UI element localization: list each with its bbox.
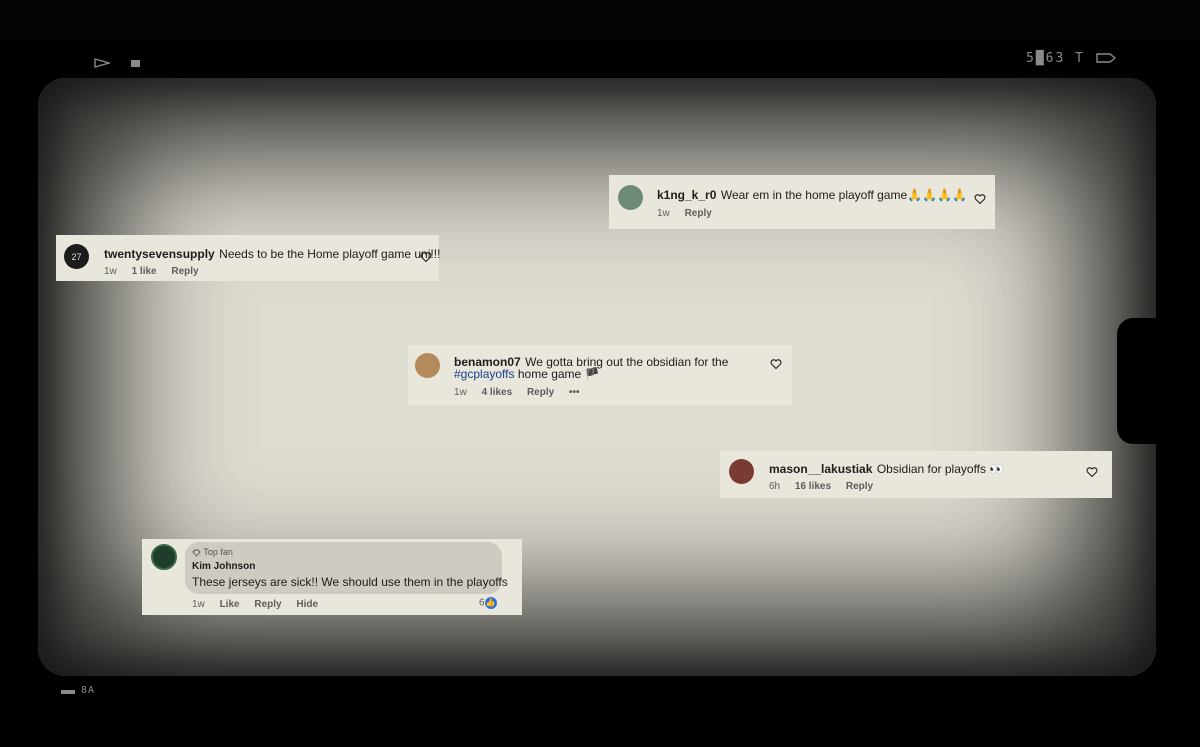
- like-count[interactable]: 4 likes: [482, 387, 513, 398]
- comment-text: These jerseys are sick!! We should use t…: [192, 575, 508, 589]
- top-bar: [0, 0, 1200, 40]
- comment-username[interactable]: mason__lakustiak: [769, 462, 872, 476]
- comment-text: Obsidian for playoffs 👀: [876, 462, 1005, 476]
- like-count[interactable]: 16 likes: [795, 481, 831, 492]
- reaction-count: 6: [479, 597, 485, 609]
- hud-counter: 5█63 T: [1026, 51, 1085, 66]
- heart-icon[interactable]: [420, 251, 432, 263]
- hashtag-link[interactable]: #gcplayoffs: [454, 367, 515, 381]
- viewfinder-screen: k1ng_k_r0 Wear em in the home playoff ga…: [38, 78, 1156, 676]
- more-options-icon[interactable]: •••: [569, 387, 580, 398]
- side-tab: [1117, 318, 1177, 444]
- comment-text-continued: home game 🏴: [517, 367, 600, 381]
- heart-icon[interactable]: [1086, 466, 1098, 478]
- comment-card: mason__lakustiak Obsidian for playoffs 👀…: [720, 451, 1112, 498]
- comment-time: 1w: [104, 266, 117, 277]
- comment-username[interactable]: k1ng_k_r0: [657, 188, 716, 202]
- comment-text: Wear em in the home playoff game🙏🙏🙏🙏: [720, 188, 967, 202]
- comment-text: Needs to be the Home playoff game uni!!!: [219, 247, 441, 261]
- hud-bar-icon: [61, 690, 75, 694]
- play-icon: [94, 58, 110, 68]
- comment-username[interactable]: twentysevensupply: [104, 247, 215, 261]
- comment-card: benamon07 We gotta bring out the obsidia…: [408, 345, 792, 405]
- heart-icon[interactable]: [770, 358, 782, 370]
- avatar[interactable]: 27: [64, 244, 89, 269]
- like-button[interactable]: Like: [220, 599, 240, 610]
- comment-time: 6h: [769, 481, 781, 492]
- commenter-name[interactable]: Kim Johnson: [192, 561, 255, 572]
- reply-button[interactable]: Reply: [846, 481, 873, 492]
- hud-mode: 8A: [81, 685, 96, 696]
- avatar[interactable]: [618, 185, 643, 210]
- comment-card: k1ng_k_r0 Wear em in the home playoff ga…: [609, 175, 995, 229]
- fb-comment-card: Top fan Kim Johnson These jerseys are si…: [142, 539, 522, 615]
- heart-icon[interactable]: [974, 193, 986, 205]
- diamond-icon: [192, 549, 201, 557]
- like-icon[interactable]: 👍: [484, 597, 497, 609]
- comment-card: 27 twentysevensupply Needs to be the Hom…: [56, 235, 441, 281]
- reply-button[interactable]: Reply: [171, 266, 198, 277]
- stop-icon: [131, 60, 140, 67]
- hide-button[interactable]: Hide: [296, 599, 318, 610]
- avatar[interactable]: [151, 544, 177, 570]
- reply-button[interactable]: Reply: [254, 599, 281, 610]
- comment-time: 1w: [192, 599, 205, 610]
- top-fan-badge: Top fan: [203, 547, 233, 557]
- reply-button[interactable]: Reply: [685, 208, 712, 219]
- like-count[interactable]: 1 like: [132, 266, 157, 277]
- avatar[interactable]: [729, 459, 754, 484]
- reply-button[interactable]: Reply: [527, 387, 554, 398]
- comment-time: 1w: [454, 387, 467, 398]
- battery-icon: [1096, 53, 1116, 63]
- avatar[interactable]: [415, 353, 440, 378]
- comment-time: 1w: [657, 208, 670, 219]
